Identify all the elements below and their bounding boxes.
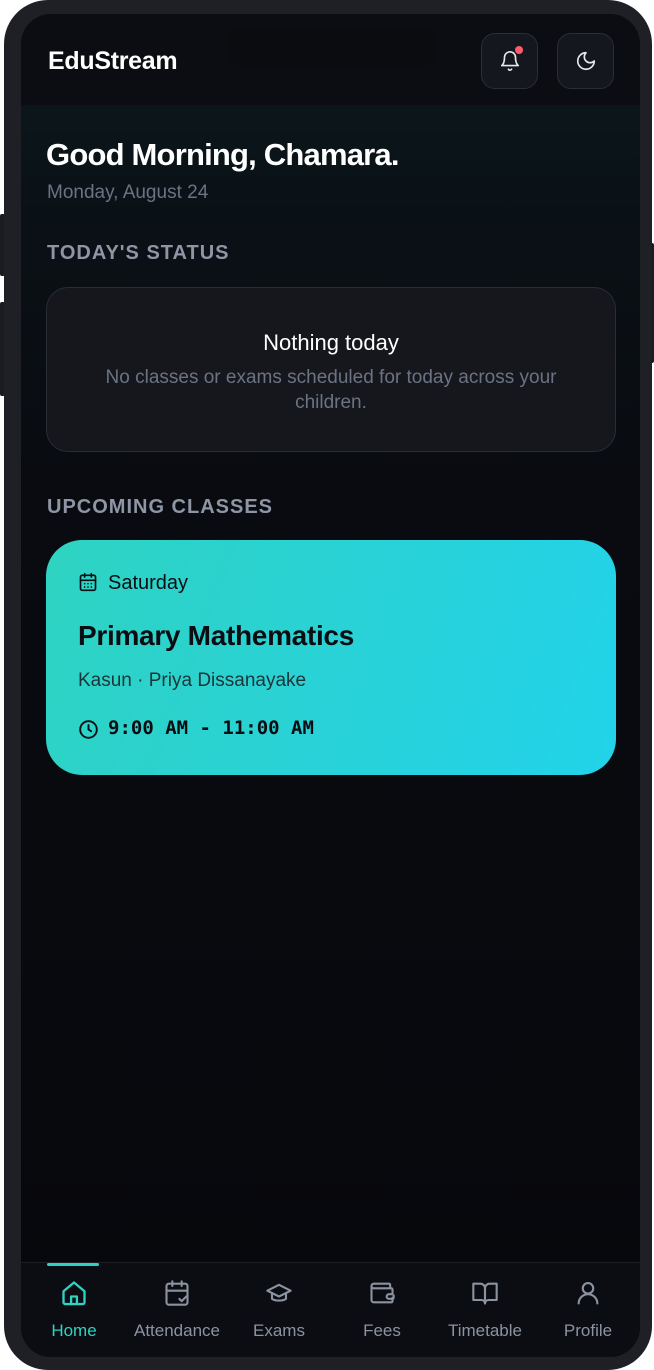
user-icon bbox=[577, 1282, 599, 1305]
nav-item-attendance[interactable]: Attendance bbox=[127, 1263, 227, 1357]
class-participants: Kasun · Priya Dissanayake bbox=[78, 670, 307, 691]
upcoming-classes-label: UPCOMING CLASSES bbox=[47, 496, 274, 518]
app-screen: EduStream Good Morning, Chamara. Monday,… bbox=[21, 14, 640, 1357]
nav-item-fees[interactable]: Fees bbox=[332, 1263, 432, 1357]
top-bar: EduStream bbox=[21, 14, 640, 105]
status-title: Nothing today bbox=[263, 330, 399, 355]
todays-status-card: Nothing today No classes or exams schedu… bbox=[46, 287, 616, 452]
nav-label-exams: Exams bbox=[253, 1321, 305, 1340]
notification-dot bbox=[515, 46, 523, 54]
moon-icon bbox=[576, 51, 595, 71]
app-brand: EduStream bbox=[48, 47, 178, 75]
phone-frame: EduStream Good Morning, Chamara. Monday,… bbox=[4, 0, 652, 1370]
greeting-heading: Good Morning, Chamara. bbox=[46, 137, 400, 172]
bottom-navigation: Home Attendance Exams Fees Timetable Pro… bbox=[21, 1262, 640, 1357]
nav-item-exams[interactable]: Exams bbox=[229, 1263, 329, 1357]
nav-label-fees: Fees bbox=[363, 1321, 401, 1340]
book-open-icon bbox=[472, 1282, 498, 1305]
notifications-button[interactable] bbox=[481, 33, 538, 89]
nav-item-timetable[interactable]: Timetable bbox=[435, 1263, 535, 1357]
calendar-icon bbox=[79, 572, 97, 592]
active-indicator bbox=[47, 1263, 99, 1266]
class-time: 9:00 AM - 11:00 AM bbox=[108, 717, 314, 739]
theme-toggle-button[interactable] bbox=[557, 33, 614, 89]
wallet-icon bbox=[370, 1282, 395, 1304]
class-card[interactable]: Saturday Primary Mathematics Kasun · Pri… bbox=[46, 540, 616, 775]
nav-item-home[interactable]: Home bbox=[24, 1263, 124, 1357]
calendar-check-icon bbox=[165, 1280, 189, 1306]
nav-label-profile: Profile bbox=[563, 1321, 613, 1340]
home-icon bbox=[62, 1281, 86, 1306]
status-message: No classes or exams scheduled for today … bbox=[105, 367, 557, 413]
current-date: Monday, August 24 bbox=[47, 182, 209, 203]
nav-item-profile[interactable]: Profile bbox=[538, 1263, 638, 1357]
class-subject: Primary Mathematics bbox=[78, 620, 354, 651]
todays-status-label: TODAY'S STATUS bbox=[47, 242, 230, 264]
nav-label-timetable: Timetable bbox=[447, 1321, 522, 1340]
class-day: Saturday bbox=[108, 572, 189, 594]
graduation-cap-icon bbox=[266, 1283, 292, 1302]
camera-notch bbox=[226, 28, 436, 66]
clock-icon bbox=[79, 720, 98, 739]
